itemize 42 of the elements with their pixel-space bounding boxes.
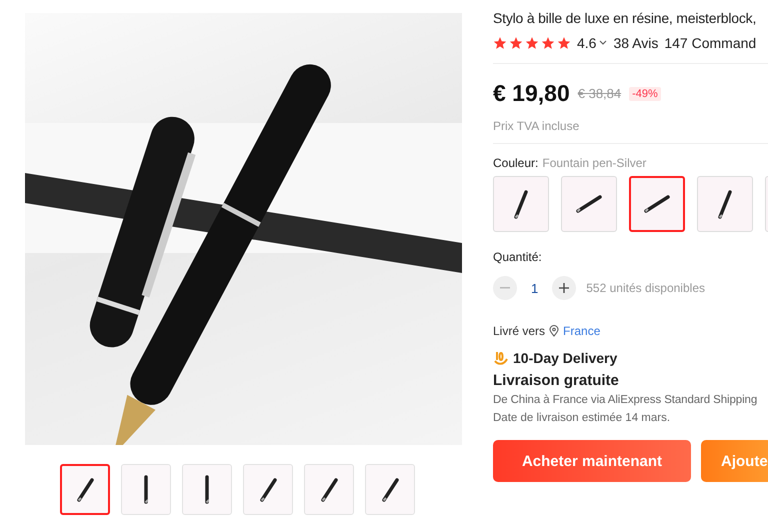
quantity-label: Quantité: [493,250,543,264]
stock-available: 552 unités disponibles [586,281,705,295]
minus-icon [500,287,510,289]
shipping-title: Livraison gratuite [493,372,620,389]
delivery-badge-icon [493,350,509,366]
location-pin-icon [549,325,560,337]
review-count[interactable]: 38 Avis [613,35,658,51]
color-label: Couleur: [493,156,538,170]
star-icon [541,36,555,50]
plus-icon [559,283,570,293]
quantity-value[interactable]: 1 [527,280,542,296]
pen-icon [718,190,732,218]
tax-note: Prix TVA incluse [493,119,580,133]
chevron-down-icon[interactable] [599,40,608,46]
pen-icon [644,195,670,213]
delivery-date: Date de livraison estimée 14 mars. [493,412,672,424]
star-icon [509,36,523,50]
shipping-route: De China à France via AliExpress Standard Shipping [493,394,758,406]
gallery-thumbnail[interactable] [60,464,110,515]
ship-to-label: Livré vers [493,324,546,338]
product-title: Stylo à bille de luxe en résine, meisterblock, [493,10,758,26]
discount-badge: -49% [629,86,661,100]
pen-icon [382,478,398,502]
product-price: € 19,80 [493,80,570,107]
ship-country-link[interactable]: France [563,324,600,338]
star-icon [557,36,571,50]
order-count: 147 Command [664,35,756,51]
pen-icon [320,478,338,502]
increase-button[interactable] [552,276,576,300]
pen-icon [76,478,94,502]
pen-icon [576,195,602,213]
star-icon [525,36,539,50]
star-icon [493,36,507,50]
pen-icon [514,190,528,218]
color-swatch[interactable] [629,176,685,232]
delivery-label: 10-Day Delivery [513,350,618,366]
rating-value[interactable]: 4.6 [577,35,596,51]
pen-icon [144,475,148,504]
pen-icon [205,475,209,504]
original-price: € 38,84 [578,86,622,101]
color-value: Fountain pen-Silver [542,156,646,170]
pen-icon [260,478,276,502]
